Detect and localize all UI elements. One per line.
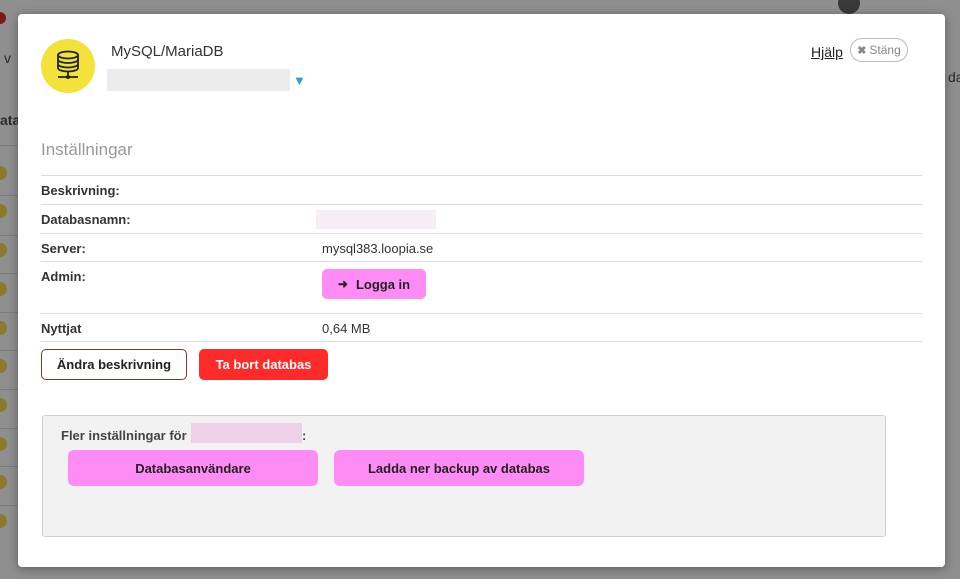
row-label: Server:	[41, 241, 86, 256]
edit-description-button[interactable]: Ändra beskrivning	[41, 349, 187, 380]
background-divider	[0, 235, 18, 236]
chevron-down-icon[interactable]: ▼	[293, 73, 306, 88]
background-divider	[0, 273, 18, 274]
database-server-icon	[41, 39, 95, 93]
background-divider	[0, 428, 18, 429]
settings-row-usage: Nyttjat 0,64 MB	[41, 313, 922, 341]
more-settings-database-name	[191, 423, 302, 443]
sign-in-icon: ➜	[337, 277, 348, 291]
more-settings-label: Fler inställningar för	[61, 428, 187, 443]
row-label: Beskrivning:	[41, 183, 120, 198]
close-button[interactable]: ✖ Stäng	[850, 38, 908, 62]
background-text: da	[948, 69, 960, 85]
row-label: Nyttjat	[41, 321, 82, 336]
database-modal: MySQL/MariaDB ▼ Hjälp ✖ Stäng Inställnin…	[18, 14, 945, 567]
delete-database-button[interactable]: Ta bort databas	[199, 349, 328, 380]
background-divider	[0, 505, 18, 506]
settings-row-server: Server: mysql383.loopia.se	[41, 233, 922, 261]
server-value: mysql383.loopia.se	[322, 241, 434, 256]
modal-title: MySQL/MariaDB	[111, 43, 224, 60]
database-selector[interactable]	[107, 69, 290, 91]
database-name-value	[316, 210, 436, 229]
background-dot	[0, 359, 7, 373]
help-link[interactable]: Hjälp	[811, 44, 843, 60]
background-avatar	[838, 0, 860, 14]
background-dot	[0, 514, 7, 528]
background-dot	[0, 204, 7, 218]
background-divider	[0, 312, 18, 313]
background-divider	[0, 466, 18, 467]
settings-table: Beskrivning: Databasnamn: Server: mysql3…	[41, 175, 922, 342]
close-button-label: Stäng	[869, 43, 901, 57]
section-title: Inställningar	[41, 140, 133, 159]
background-dot	[0, 243, 7, 257]
background-divider	[0, 350, 18, 351]
background-dot	[0, 321, 7, 335]
background-divider	[0, 195, 18, 196]
background-divider	[0, 389, 18, 390]
more-settings-colon: :	[302, 428, 307, 443]
background-status-dot	[0, 12, 6, 24]
more-settings-panel: Fler inställningar för : Databasanvändar…	[42, 415, 886, 537]
close-icon: ✖	[857, 44, 867, 57]
settings-row-admin: Admin: ➜ Logga in	[41, 261, 922, 313]
download-backup-button[interactable]: Ladda ner backup av databas	[334, 450, 584, 486]
background-dot	[0, 398, 7, 412]
background-text: v	[4, 50, 11, 66]
usage-value: 0,64 MB	[322, 321, 371, 336]
background-dot	[0, 437, 7, 451]
login-button[interactable]: ➜ Logga in	[322, 269, 426, 299]
background-dot	[0, 166, 7, 180]
background-dot	[0, 475, 7, 489]
settings-row-dbname: Databasnamn:	[41, 204, 922, 233]
background-dot	[0, 282, 7, 296]
background-divider	[0, 145, 18, 146]
settings-row-description: Beskrivning:	[41, 175, 922, 204]
row-label: Admin:	[41, 269, 86, 284]
login-button-label: Logga in	[355, 276, 411, 292]
divider	[41, 341, 922, 342]
database-users-button[interactable]: Databasanvändare	[68, 450, 318, 486]
row-label: Databasnamn:	[41, 212, 131, 227]
